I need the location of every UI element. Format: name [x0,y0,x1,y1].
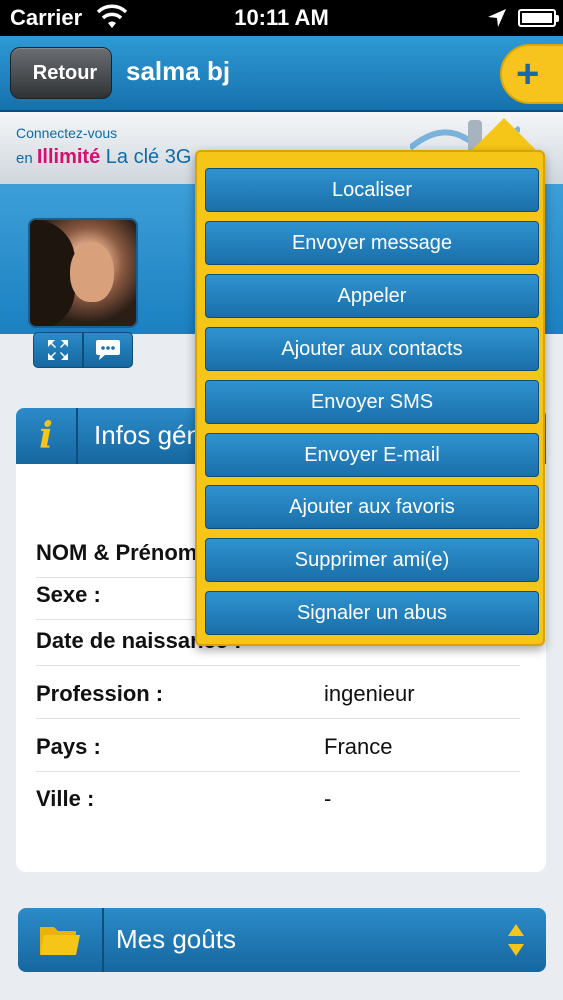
menu-item-add-favorite[interactable]: Ajouter aux favoris [205,485,539,529]
menu-item-send-email[interactable]: Envoyer E-mail [205,433,539,477]
banner-text-line2: en Illimité La clé 3G [16,146,192,168]
popover-arrow [470,118,538,152]
info-row-profession: Profession : ingenieur [36,669,520,719]
navigation-bar: Retour salma bj + [0,36,563,112]
battery-icon [518,9,559,27]
info-row-country: Pays : France [36,722,520,772]
folder-icon [18,908,104,972]
add-button[interactable]: + [500,44,563,104]
menu-item-remove-friend[interactable]: Supprimer ami(e) [205,538,539,582]
menu-item-localiser[interactable]: Localiser [205,168,539,212]
location-arrow-icon [488,9,506,27]
clock: 10:11 AM [234,5,329,30]
expand-icon [48,340,68,360]
back-button[interactable]: Retour [10,47,112,99]
menu-item-add-contact[interactable]: Ajouter aux contacts [205,327,539,371]
menu-item-call[interactable]: Appeler [205,274,539,318]
menu-item-send-message[interactable]: Envoyer message [205,221,539,265]
chat-button[interactable] [83,332,133,368]
chat-bubble-icon [96,340,120,360]
expand-photo-button[interactable] [33,332,83,368]
plus-icon: + [516,52,540,96]
actions-popover-menu: Localiser Envoyer message Appeler Ajoute… [195,150,545,646]
banner-text-line1: Connectez-vous [16,125,118,141]
menu-item-report-abuse[interactable]: Signaler un abus [205,591,539,635]
profile-actions [33,332,133,368]
info-icon: i [16,408,78,464]
back-button-label: Retour [32,61,98,84]
tastes-label: Mes goûts [116,924,236,954]
info-row-city: Ville : - [36,786,332,811]
sort-arrows-icon [508,924,524,956]
avatar[interactable] [28,218,138,328]
status-bar: Carrier 10:11 AM [0,0,563,36]
tastes-section-header[interactable]: Mes goûts [18,908,546,972]
menu-item-send-sms[interactable]: Envoyer SMS [205,380,539,424]
page-title: salma bj [126,56,231,86]
